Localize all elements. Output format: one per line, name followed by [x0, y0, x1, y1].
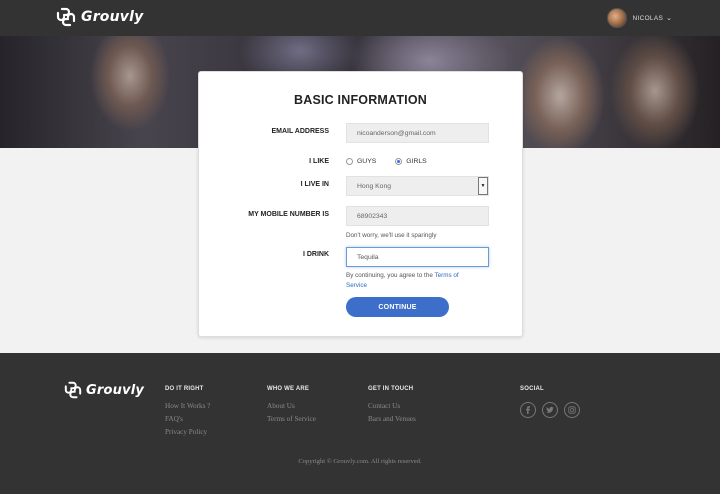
footer: Grouvly DO IT RIGHT How It Works ? FAQ's…	[0, 353, 720, 494]
footer-brand-name: Grouvly	[86, 382, 145, 398]
mobile-label: MY MOBILE NUMBER IS	[248, 211, 329, 218]
brand-logo[interactable]: Grouvly	[56, 7, 143, 27]
radio-guys-label[interactable]: GUYS	[357, 158, 376, 165]
radio-guys[interactable]	[346, 158, 353, 165]
instagram-icon[interactable]	[564, 402, 580, 418]
social-icons	[520, 402, 580, 418]
user-name: NICOLAS	[632, 14, 664, 22]
grouvly-logo-icon	[56, 7, 76, 27]
brand-name: Grouvly	[81, 9, 144, 25]
twitter-icon[interactable]	[542, 402, 558, 418]
footer-link-about-us[interactable]: About Us	[267, 402, 316, 410]
basic-information-card: BASIC INFORMATION EMAIL ADDRESS nicoande…	[198, 71, 523, 337]
terms-prefix: By continuing, you agree to the	[346, 272, 433, 279]
footer-link-privacy-policy[interactable]: Privacy Policy	[165, 428, 210, 436]
avatar	[607, 8, 628, 28]
chevron-down-icon: ⌄	[666, 15, 672, 22]
continue-button[interactable]: CONTINUE	[346, 297, 449, 317]
email-field[interactable]: nicoanderson@gmail.com	[346, 123, 489, 143]
drink-label: I DRINK	[302, 251, 329, 258]
drink-field[interactable]: Tequila	[346, 247, 489, 267]
footer-heading: DO IT RIGHT	[165, 386, 204, 392]
footer-link-how-it-works[interactable]: How It Works ?	[165, 402, 210, 410]
email-label: EMAIL ADDRESS	[271, 128, 329, 135]
footer-link-contact-us[interactable]: Contact Us	[368, 402, 416, 410]
city-select[interactable]: Hong Kong ▼	[346, 176, 489, 196]
mobile-hint: Don't worry, we'll use it sparingly	[346, 232, 437, 239]
top-nav-bar: Grouvly NICOLAS ⌄	[0, 0, 720, 36]
footer-link-faqs[interactable]: FAQ's	[165, 415, 210, 423]
footer-column-who-we-are: WHO WE ARE About Us Terms of Service	[267, 386, 316, 428]
footer-link-terms-of-service[interactable]: Terms of Service	[267, 415, 316, 423]
select-arrow-icon[interactable]: ▼	[478, 177, 488, 195]
user-menu[interactable]: NICOLAS ⌄	[607, 8, 672, 28]
like-label: I LIKE	[309, 158, 329, 165]
grouvly-logo-icon	[64, 381, 82, 399]
like-radio-group: GUYS GIRLS	[346, 158, 427, 165]
footer-heading: GET IN TOUCH	[368, 386, 414, 392]
footer-link-bars-and-venues[interactable]: Bars and Venues	[368, 415, 416, 423]
footer-column-do-it-right: DO IT RIGHT How It Works ? FAQ's Privacy…	[165, 386, 210, 441]
copyright-text: Copyright © Grouvly.com. All rights rese…	[298, 458, 422, 465]
footer-heading: SOCIAL	[520, 386, 544, 392]
footer-column-get-in-touch: GET IN TOUCH Contact Us Bars and Venues	[368, 386, 416, 428]
radio-girls[interactable]	[395, 158, 403, 165]
radio-girls-label[interactable]: GIRLS	[406, 158, 426, 165]
facebook-icon[interactable]	[520, 402, 536, 418]
form-title: BASIC INFORMATION	[293, 93, 428, 107]
footer-column-social: SOCIAL	[520, 386, 580, 418]
mobile-number-field[interactable]: 68902343	[346, 206, 489, 226]
terms-notice: By continuing, you agree to the Terms of…	[346, 271, 481, 291]
footer-heading: WHO WE ARE	[267, 386, 310, 392]
footer-brand-logo[interactable]: Grouvly	[64, 381, 144, 399]
live-in-label: I LIVE IN	[300, 181, 329, 188]
city-select-value: Hong Kong	[357, 182, 392, 190]
